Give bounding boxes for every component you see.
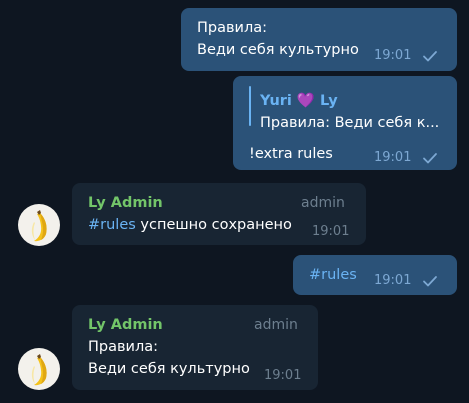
read-check-icon	[423, 276, 437, 287]
sender-name[interactable]: Ly Admin	[88, 316, 163, 334]
incoming-message[interactable]: Ly Admin admin #rules успешно сохранено …	[72, 183, 366, 245]
outgoing-message[interactable]: Yuri 💜 Ly Правила: Веди себя к... !extra…	[233, 76, 457, 170]
reply-preview-text: Правила: Веди себя к...	[260, 115, 440, 131]
sender-name[interactable]: Ly Admin	[88, 194, 163, 212]
read-check-icon	[423, 153, 437, 164]
outgoing-message[interactable]: Правила: Веди себя культурно 19:01	[181, 8, 457, 71]
hashtag-link[interactable]: #rules	[88, 217, 136, 233]
message-text-line: Правила:	[197, 20, 268, 36]
admin-badge: admin	[301, 195, 345, 211]
hashtag-link[interactable]: #rules	[309, 266, 357, 284]
reply-sender-name: Yuri 💜 Ly	[260, 93, 338, 109]
message-time: 19:01	[374, 273, 412, 288]
incoming-message[interactable]: Ly Admin admin Правила: Веди себя культу…	[72, 305, 318, 390]
message-time: 19:01	[312, 224, 350, 239]
message-time: 19:01	[374, 150, 412, 165]
read-check-icon	[423, 51, 437, 62]
outgoing-message[interactable]: #rules 19:01	[293, 255, 457, 295]
message-time: 19:01	[264, 368, 302, 383]
message-text-line: Веди себя культурно	[88, 361, 250, 377]
banana-avatar-icon[interactable]	[18, 204, 60, 246]
message-text: !extra rules	[249, 146, 333, 162]
message-text-line: Правила:	[88, 339, 159, 355]
message-text-rest: успешно сохранено	[135, 217, 292, 233]
message-time: 19:01	[374, 48, 412, 63]
banana-avatar-icon[interactable]	[18, 348, 60, 390]
message-text: #rules успешно сохранено	[88, 216, 292, 234]
message-text-line: Веди себя культурно	[197, 42, 359, 58]
reply-bar	[249, 86, 251, 126]
admin-badge: admin	[254, 317, 298, 333]
